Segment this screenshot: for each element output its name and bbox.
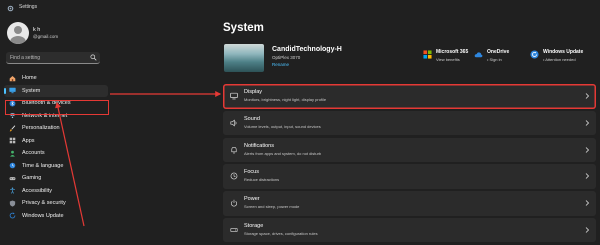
apps-icon (9, 137, 16, 144)
chevron-right-icon (585, 200, 590, 206)
home-icon (9, 75, 16, 82)
sidebar-item-system[interactable]: System (4, 84, 108, 97)
sidebar-item-label: System (22, 87, 41, 94)
row-title: Sound (244, 115, 260, 122)
sidebar-item-apps[interactable]: Apps (4, 135, 108, 148)
row-subtitle: Volume levels, output, input, sound devi… (244, 123, 321, 129)
quick-subtitle: • Sign in (487, 57, 502, 62)
microsoft-logo-icon (423, 50, 432, 59)
quick-title: Microsoft 365 (436, 49, 469, 55)
settings-app-icon (7, 5, 14, 12)
chevron-right-icon (585, 227, 590, 233)
settings-row-sound[interactable]: Sound Volume levels, output, input, soun… (223, 110, 596, 136)
focus-icon (230, 173, 238, 180)
globe-clock-icon (9, 162, 16, 169)
update-icon (9, 212, 16, 219)
row-subtitle: Reduce distractions (244, 177, 280, 183)
sidebar-item-label: Privacy & security (22, 200, 66, 207)
speaker-icon (230, 119, 237, 127)
gamepad-icon (9, 176, 16, 180)
quick-title: Windows Update (543, 49, 584, 55)
sidebar-item-label: Gaming (22, 175, 42, 182)
sidebar-nav: Home System Bluetooth & devices Network … (4, 72, 108, 222)
storage-icon (230, 228, 238, 232)
title-bar: Settings (0, 0, 600, 16)
row-subtitle: Storage space, drives, configuration rul… (244, 230, 318, 236)
row-title: Power (244, 196, 260, 203)
device-thumbnail (224, 44, 264, 72)
sidebar-item-gaming[interactable]: Gaming (4, 172, 108, 185)
display-icon (230, 92, 238, 100)
sidebar-item-accounts[interactable]: Accounts (4, 147, 108, 160)
user-email: @gmail.com (33, 34, 59, 39)
device-model: OptiPlex 3070 (272, 55, 301, 60)
sidebar-item-label: Personalization (22, 125, 60, 132)
settings-row-display[interactable]: Display Monitors, brightness, night ligh… (223, 84, 596, 109)
quick-microsoft-365[interactable]: Microsoft 365 View benefits (423, 49, 468, 62)
quick-windows-update[interactable]: Windows Update • Attention needed (530, 49, 583, 62)
rename-link[interactable]: Rename (272, 62, 289, 67)
row-subtitle: Screen and sleep, power mode (244, 204, 300, 210)
settings-list: Display Monitors, brightness, night ligh… (223, 84, 596, 245)
power-icon (230, 199, 238, 207)
avatar[interactable] (7, 22, 29, 44)
monitor-icon (9, 87, 16, 94)
shield-icon (9, 200, 16, 207)
sidebar-item-label: Time & language (22, 162, 64, 169)
search-icon[interactable] (90, 54, 97, 61)
update-icon (530, 50, 539, 59)
user-name: k h (33, 27, 41, 33)
sidebar-item-label: Home (22, 75, 37, 82)
chevron-right-icon (585, 120, 590, 126)
settings-row-storage[interactable]: Storage Storage space, drives, configura… (223, 217, 596, 243)
bell-icon (231, 146, 237, 154)
quick-subtitle: • Attention needed (543, 57, 576, 62)
sidebar-item-time-language[interactable]: Time & language (4, 160, 108, 173)
search-input[interactable] (10, 53, 88, 62)
sidebar: k h @gmail.com Home System (0, 16, 205, 239)
quick-title: OneDrive (487, 49, 510, 55)
sidebar-item-accessibility[interactable]: Accessibility (4, 185, 108, 198)
sidebar-item-personalization[interactable]: Personalization (4, 122, 108, 135)
window-title: Settings (19, 4, 38, 10)
settings-row-focus[interactable]: Focus Reduce distractions (223, 164, 596, 189)
main-content: System CandidTechnology-H OptiPlex 3070 … (210, 16, 600, 243)
search-box[interactable] (6, 52, 100, 64)
row-title: Storage (244, 222, 264, 229)
sidebar-item-label: Apps (22, 137, 35, 144)
quick-subtitle: View benefits (436, 57, 460, 62)
sidebar-item-label: Accessibility (22, 187, 52, 194)
chevron-right-icon (585, 173, 590, 180)
settings-row-power[interactable]: Power Screen and sleep, power mode (223, 191, 596, 216)
quick-onedrive[interactable]: OneDrive • Sign in (474, 49, 509, 62)
row-title: Display (244, 89, 263, 95)
sidebar-item-label: Windows Update (22, 212, 64, 219)
page-title: System (223, 22, 264, 34)
sidebar-item-label: Accounts (22, 150, 45, 157)
person-icon (10, 150, 15, 157)
system-highlight-box (5, 100, 109, 115)
cloud-icon (474, 52, 483, 58)
device-name: CandidTechnology-H (272, 46, 342, 53)
sidebar-item-windows-update[interactable]: Windows Update (4, 210, 108, 223)
row-subtitle: Monitors, brightness, night light, displ… (244, 97, 327, 102)
chevron-right-icon (585, 146, 590, 153)
row-title: Focus (244, 169, 259, 176)
accessibility-icon (10, 187, 15, 194)
chevron-right-icon (585, 93, 590, 99)
sidebar-item-privacy-security[interactable]: Privacy & security (4, 197, 108, 210)
brush-icon (9, 125, 16, 132)
row-title: Notifications (244, 142, 274, 149)
settings-row-notifications[interactable]: Notifications Alerts from apps and syste… (223, 137, 596, 163)
sidebar-item-home[interactable]: Home (4, 72, 108, 85)
row-subtitle: Alerts from apps and system, do not dist… (244, 150, 322, 156)
